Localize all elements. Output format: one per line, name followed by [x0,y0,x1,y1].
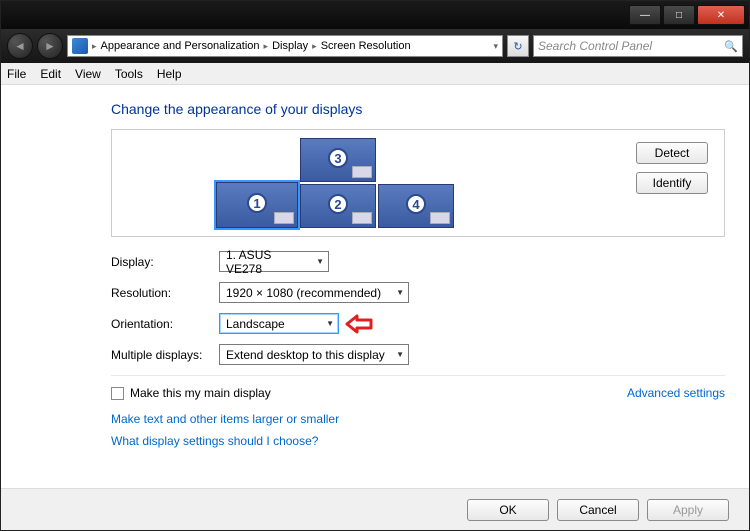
page-title: Change the appearance of your displays [111,101,725,117]
annotation-arrow-icon [345,315,371,333]
taskbar-icon [352,212,372,224]
multiple-displays-label: Multiple displays: [111,348,219,362]
menu-tools[interactable]: Tools [115,67,143,81]
address-bar[interactable]: ▸ Appearance and Personalization ▸ Displ… [67,35,503,57]
display-value: 1. ASUS VE278 [226,248,310,276]
preview-buttons: Detect Identify [636,138,716,228]
taskbar-icon [430,212,450,224]
forward-button[interactable]: ► [37,33,63,59]
display-row: Display: 1. ASUS VE278 ▼ [111,251,725,272]
display-dropdown[interactable]: 1. ASUS VE278 ▼ [219,251,329,272]
menu-help[interactable]: Help [157,67,182,81]
search-icon: 🔍 [724,40,738,53]
apply-button[interactable]: Apply [647,499,729,521]
minimize-button[interactable]: — [629,5,661,25]
monitor-number: 1 [247,193,267,213]
titlebar: — □ ✕ [1,1,749,29]
taskbar-icon [274,212,294,224]
orientation-dropdown[interactable]: Landscape ▼ [219,313,339,334]
maximize-button[interactable]: □ [663,5,695,25]
monitor-number: 3 [328,148,348,168]
close-button[interactable]: ✕ [697,5,745,25]
detect-button[interactable]: Detect [636,142,708,164]
chevron-down-icon: ▼ [396,288,404,297]
search-placeholder: Search Control Panel [538,39,652,53]
cancel-button[interactable]: Cancel [557,499,639,521]
search-input[interactable]: Search Control Panel 🔍 [533,35,743,57]
help-links: Make text and other items larger or smal… [111,412,725,448]
monitor-2[interactable]: 2 [300,184,376,228]
resolution-row: Resolution: 1920 × 1080 (recommended) ▼ [111,282,725,303]
identify-button[interactable]: Identify [636,172,708,194]
main-display-label: Make this my main display [130,386,271,400]
chevron-down-icon: ▼ [326,319,334,328]
chevron-icon: ▸ [312,41,317,52]
footer-buttons: OK Cancel Apply [1,488,749,530]
display-help-link[interactable]: What display settings should I choose? [111,434,725,448]
navbar: ◄ ► ▸ Appearance and Personalization ▸ D… [1,29,749,63]
maximize-icon: □ [676,10,682,21]
resolution-dropdown[interactable]: 1920 × 1080 (recommended) ▼ [219,282,409,303]
menu-view[interactable]: View [75,67,101,81]
menu-file[interactable]: File [7,67,26,81]
monitor-4[interactable]: 4 [378,184,454,228]
back-button[interactable]: ◄ [7,33,33,59]
refresh-icon: ↻ [513,40,522,53]
menubar: File Edit View Tools Help [1,63,749,85]
multiple-displays-value: Extend desktop to this display [226,348,385,362]
multiple-displays-dropdown[interactable]: Extend desktop to this display ▼ [219,344,409,365]
monitor-arrangement[interactable]: 3 1 2 4 [120,138,636,228]
chevron-down-icon: ▼ [396,350,404,359]
monitor-number: 4 [406,194,426,214]
minimize-icon: — [640,10,650,21]
advanced-settings-link[interactable]: Advanced settings [627,386,725,400]
close-icon: ✕ [717,10,725,21]
monitor-1[interactable]: 1 [216,182,298,228]
breadcrumb-item[interactable]: Display [272,40,308,52]
content-area: Change the appearance of your displays 3… [1,85,749,488]
taskbar-icon [352,166,372,178]
monitor-number: 2 [328,194,348,214]
chevron-down-icon: ▼ [316,257,324,266]
breadcrumb-item[interactable]: Screen Resolution [321,40,411,52]
breadcrumb-item[interactable]: Appearance and Personalization [101,40,260,52]
orientation-label: Orientation: [111,317,219,331]
multiple-displays-row: Multiple displays: Extend desktop to thi… [111,344,725,365]
forward-icon: ► [44,39,56,53]
back-icon: ◄ [14,39,26,53]
chevron-icon: ▸ [264,41,269,52]
display-label: Display: [111,255,219,269]
main-display-row: Make this my main display Advanced setti… [111,375,725,400]
main-display-checkbox[interactable] [111,387,124,400]
ok-button[interactable]: OK [467,499,549,521]
orientation-value: Landscape [226,317,285,331]
orientation-row: Orientation: Landscape ▼ [111,313,725,334]
chevron-icon: ▸ [92,41,97,52]
resolution-label: Resolution: [111,286,219,300]
menu-edit[interactable]: Edit [40,67,61,81]
control-panel-icon [72,38,88,54]
display-preview-box: 3 1 2 4 Detect Identify [111,129,725,237]
resolution-value: 1920 × 1080 (recommended) [226,286,381,300]
dropdown-icon[interactable]: ▾ [493,41,498,52]
refresh-button[interactable]: ↻ [507,35,529,57]
monitor-3[interactable]: 3 [300,138,376,182]
window-frame: — □ ✕ ◄ ► ▸ Appearance and Personalizati… [0,0,750,531]
text-size-link[interactable]: Make text and other items larger or smal… [111,412,725,426]
